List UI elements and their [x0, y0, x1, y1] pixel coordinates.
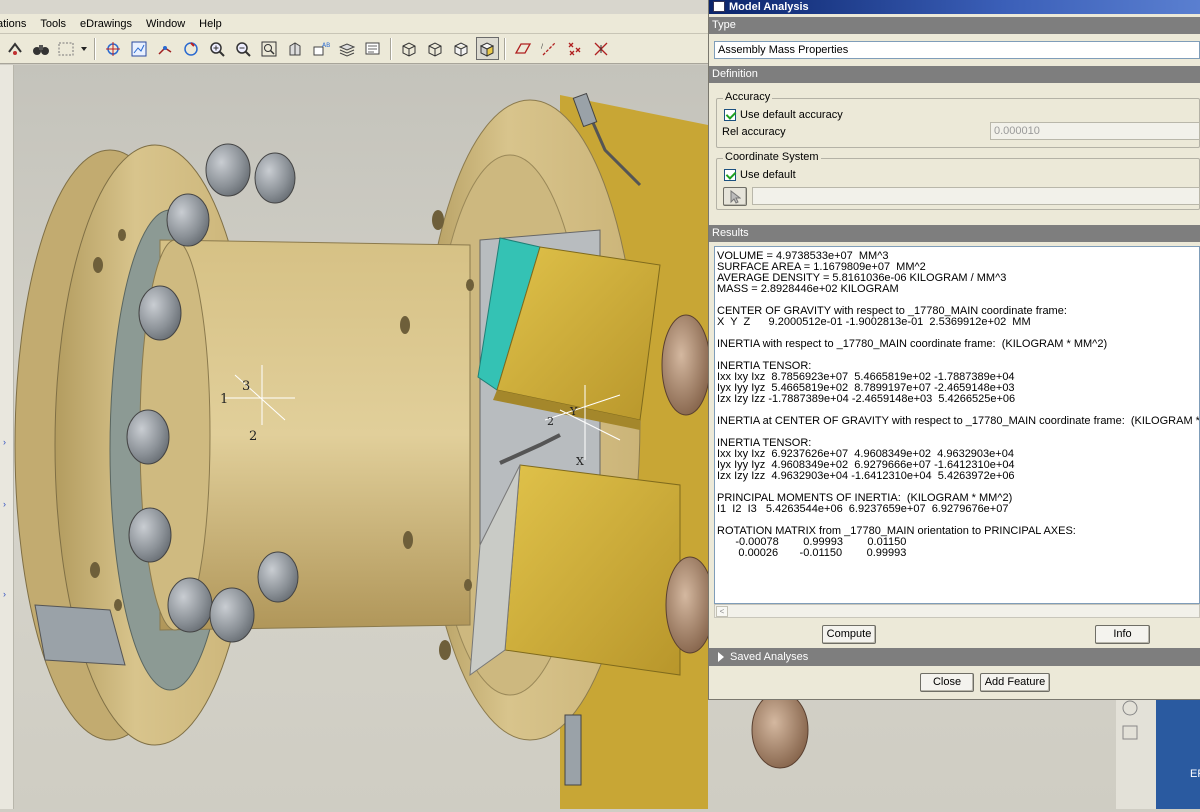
- clock-icon[interactable]: [1122, 700, 1138, 716]
- expand-triangle-icon: [718, 652, 724, 662]
- zoom-out-icon[interactable]: [232, 37, 255, 60]
- result-line: Izx Izy Izz 4.9632903e+04 -1.6412310e+04…: [717, 470, 1015, 482]
- named-views-icon[interactable]: [284, 37, 307, 60]
- close-button[interactable]: Close: [920, 673, 974, 692]
- blue-side-panel: EF: [1156, 700, 1200, 809]
- use-default-csys-label: Use default: [740, 169, 796, 181]
- select-csys-button[interactable]: [723, 187, 747, 206]
- csys-label: 2: [547, 415, 554, 428]
- wireframe-icon[interactable]: [398, 37, 421, 60]
- left-panel-strip: › › ›: [0, 65, 14, 809]
- repaint-icon[interactable]: [4, 37, 27, 60]
- type-dropdown[interactable]: Assembly Mass Properties: [714, 41, 1200, 59]
- csys-label: 2: [249, 429, 257, 444]
- toolbar-separator: [94, 37, 96, 60]
- cad-title-strip: [0, 0, 710, 14]
- csys-selection-field[interactable]: [752, 187, 1200, 205]
- menu-applications[interactable]: ations: [0, 14, 34, 34]
- binoculars-icon[interactable]: [30, 37, 53, 60]
- bottom-probe: [564, 714, 582, 786]
- shading-icon[interactable]: [475, 37, 499, 60]
- menu-edrawings[interactable]: eDrawings: [74, 14, 140, 34]
- svg-text:/: /: [541, 43, 544, 50]
- menu-help[interactable]: Help: [193, 14, 230, 34]
- expand-arrow-icon[interactable]: ›: [3, 590, 9, 599]
- pointer-arrow-icon: [730, 189, 742, 204]
- toolbar-separator: [504, 37, 506, 60]
- use-default-accuracy-row[interactable]: Use default accuracy: [724, 109, 843, 121]
- refit-icon[interactable]: [128, 37, 151, 60]
- results-section-header: Results: [709, 225, 1200, 242]
- saved-analyses-header[interactable]: Saved Analyses: [709, 648, 1200, 666]
- model-tree-icon[interactable]: [362, 37, 385, 60]
- menu-window[interactable]: Window: [140, 14, 193, 34]
- use-default-csys-checkbox[interactable]: [724, 169, 736, 181]
- csys-label: 3: [242, 379, 250, 394]
- main-toolbar: AB /: [0, 34, 710, 64]
- use-default-csys-row[interactable]: Use default: [724, 169, 796, 181]
- result-line: Izx Izy Izz -1.7887389e+04 -2.4659148e+0…: [717, 393, 1016, 405]
- spin-icon[interactable]: AB: [310, 37, 333, 60]
- datum-points-icon[interactable]: [564, 37, 587, 60]
- side-tool-panel: [1116, 696, 1156, 809]
- result-line: INERTIA at CENTER OF GRAVITY with respec…: [717, 415, 1200, 427]
- info-button[interactable]: Info: [1095, 625, 1150, 644]
- bottom-bracket: [34, 604, 126, 666]
- zoom-in-icon[interactable]: [206, 37, 229, 60]
- datum-icon[interactable]: [154, 37, 177, 60]
- orient-icon[interactable]: [180, 37, 203, 60]
- menu-tools[interactable]: Tools: [34, 14, 74, 34]
- rel-accuracy-field[interactable]: 0.000010: [990, 122, 1200, 140]
- svg-text:AB: AB: [322, 42, 330, 49]
- dialog-app-icon: [713, 1, 725, 12]
- select-box-icon[interactable]: [56, 37, 76, 60]
- upper-bronze-fitting: [661, 314, 711, 416]
- toolbar-separator: [390, 37, 392, 60]
- layers-icon[interactable]: [336, 37, 359, 60]
- menu-bar: ations Tools eDrawings Window Help: [0, 14, 710, 34]
- expand-arrow-icon[interactable]: ›: [3, 500, 9, 509]
- blue-panel-text: EF: [1190, 768, 1200, 780]
- expand-arrow-icon[interactable]: ›: [3, 438, 9, 447]
- hidden-line-icon[interactable]: [424, 37, 447, 60]
- csys-label: Y: [569, 405, 578, 418]
- spin-center-icon[interactable]: [102, 37, 125, 60]
- no-hidden-icon[interactable]: [450, 37, 473, 60]
- dialog-titlebar[interactable]: Model Analysis: [709, 0, 1200, 14]
- result-line: MASS = 2.8928446e+02 KILOGRAM: [717, 283, 899, 295]
- lower-bronze-fitting: [665, 556, 715, 654]
- add-feature-button[interactable]: Add Feature: [980, 673, 1050, 692]
- zoom-fit-icon[interactable]: [258, 37, 281, 60]
- calculator-icon[interactable]: [1122, 725, 1138, 740]
- saved-analyses-label: Saved Analyses: [730, 651, 809, 663]
- use-default-accuracy-checkbox[interactable]: [724, 109, 736, 121]
- use-default-accuracy-label: Use default accuracy: [740, 109, 843, 121]
- coordinate-system-label: Coordinate System: [723, 151, 821, 163]
- coord-sys-icon[interactable]: [590, 37, 613, 60]
- dialog-title: Model Analysis: [729, 1, 809, 13]
- datum-axes-icon[interactable]: /: [538, 37, 561, 60]
- rel-accuracy-label: Rel accuracy: [722, 126, 786, 138]
- results-text-area[interactable]: VOLUME = 4.9738533e+07 MM^3 SURFACE AREA …: [714, 246, 1200, 604]
- lower-gold-block: [504, 464, 681, 676]
- result-line: I1 I2 I3 5.4263544e+06 6.9237659e+07 6.9…: [717, 503, 1009, 515]
- compute-button[interactable]: Compute: [822, 625, 876, 644]
- dropdown-arrow-icon[interactable]: [79, 37, 89, 60]
- result-line: 0.00026 -0.01150 0.99993: [717, 547, 907, 559]
- type-section-header: Type: [709, 17, 1200, 34]
- accuracy-group-label: Accuracy: [723, 91, 773, 103]
- outer-bronze-fitting: [751, 691, 809, 769]
- result-line: INERTIA with respect to _17780_MAIN coor…: [717, 338, 1108, 350]
- definition-section-header: Definition: [709, 66, 1200, 83]
- csys-label: X: [576, 455, 584, 468]
- datum-planes-icon[interactable]: [512, 37, 535, 60]
- result-line: X Y Z 9.2000512e-01 -1.9002813e-01 2.536…: [717, 316, 1031, 328]
- csys-label: 1: [220, 392, 228, 407]
- results-horizontal-scrollbar[interactable]: <: [714, 604, 1200, 618]
- scroll-left-arrow-icon[interactable]: <: [716, 606, 728, 617]
